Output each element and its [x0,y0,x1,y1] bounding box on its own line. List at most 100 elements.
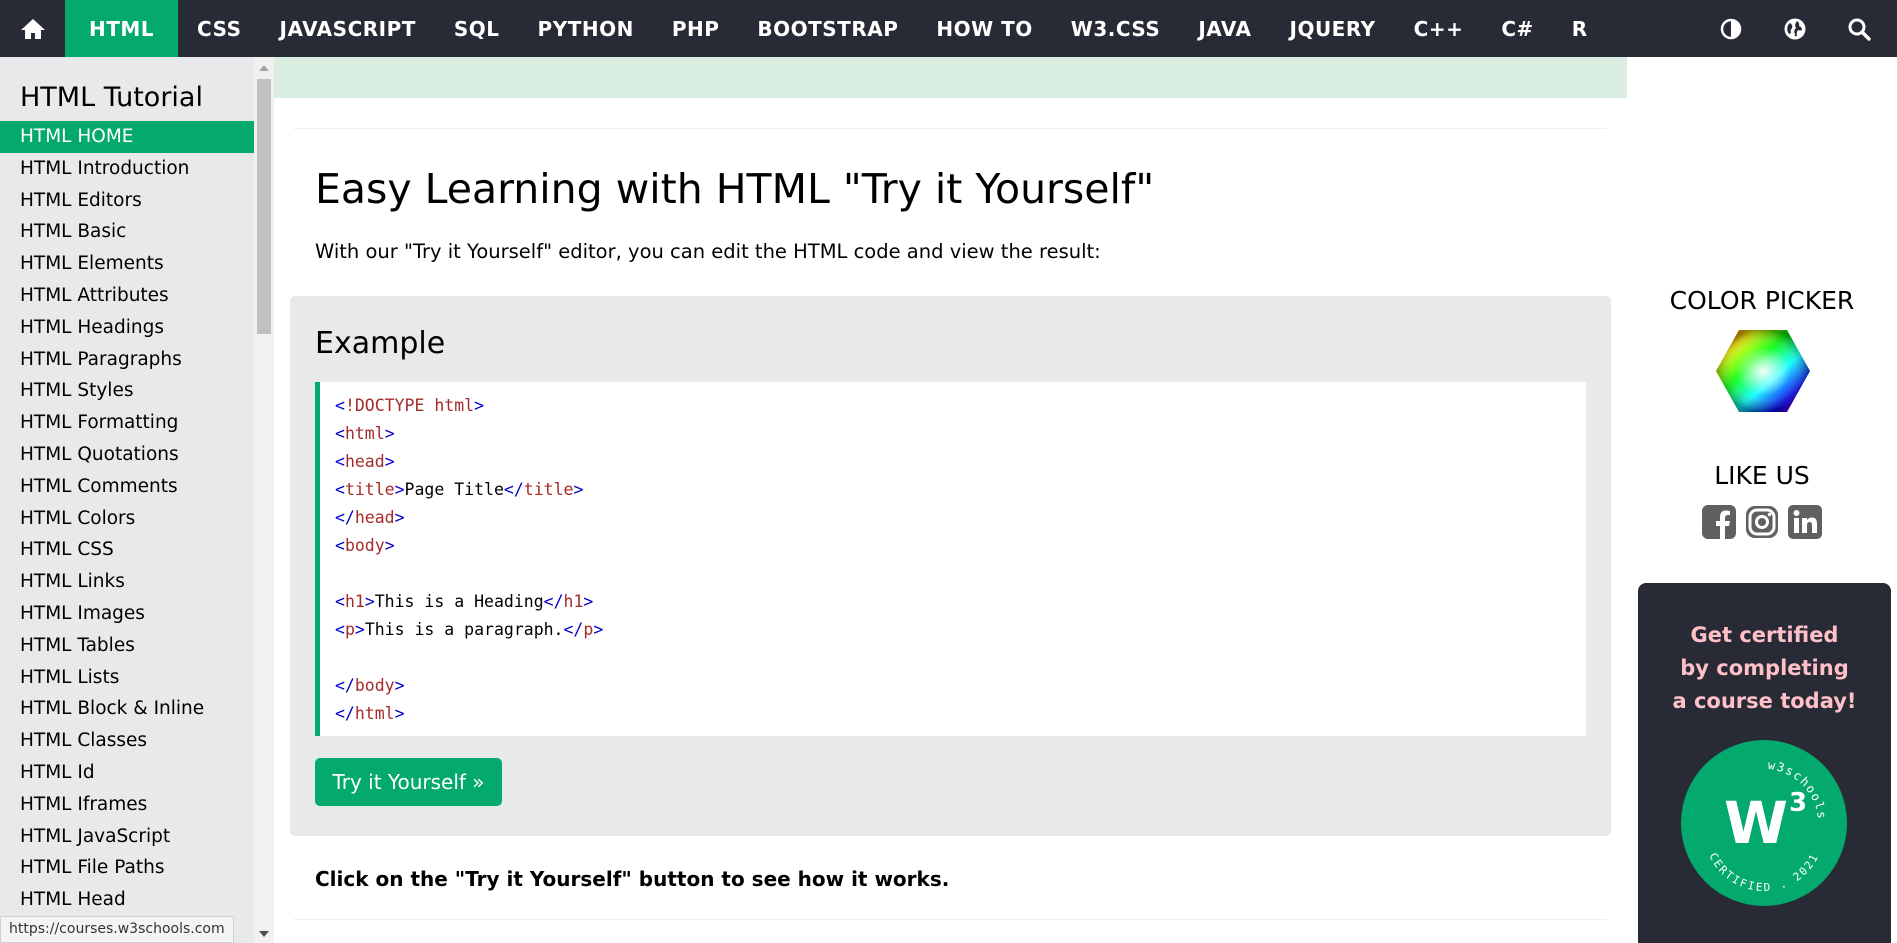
status-bar-url: https://courses.w3schools.com [0,916,234,943]
code-token: > [583,592,594,611]
page-heading: Easy Learning with HTML "Try it Yourself… [315,165,1155,213]
code-token: < [335,396,345,415]
nav-item-php[interactable]: PHP [653,0,739,57]
scroll-down-arrow-icon[interactable] [259,931,269,937]
search-button[interactable] [1827,0,1891,57]
sidebar-item-html-editors[interactable]: HTML Editors [0,185,254,217]
scrollbar-thumb[interactable] [257,79,271,334]
sidebar-item-html-quotations[interactable]: HTML Quotations [0,439,254,471]
sidebar-item-html-lists[interactable]: HTML Lists [0,662,254,694]
scroll-up-arrow-icon[interactable] [259,65,269,71]
example-title: Example [315,326,446,361]
code-token: > [384,424,395,443]
nav-item-bootstrap[interactable]: BOOTSTRAP [738,0,917,57]
sidebar-item-html-attributes[interactable]: HTML Attributes [0,280,254,312]
try-it-yourself-button[interactable]: Try it Yourself » [315,758,502,806]
sidebar-item-html-headings[interactable]: HTML Headings [0,312,254,344]
sidebar-scrollbar[interactable] [254,57,274,943]
sidebar-item-html-file-paths[interactable]: HTML File Paths [0,852,254,884]
code-line: <html> [335,420,1586,448]
code-token: html [354,704,395,723]
cert-text: Get certified by completing a course tod… [1638,619,1891,718]
nav-right-icons [1699,0,1897,57]
sidebar-item-html-comments[interactable]: HTML Comments [0,471,254,503]
nav-item-html[interactable]: HTML [65,0,179,57]
sidebar-item-html-elements[interactable]: HTML Elements [0,248,254,280]
nav-item-w3-css[interactable]: W3.CSS [1052,0,1180,57]
instagram-icon[interactable] [1745,505,1779,539]
code-token: Page Title [404,480,504,499]
code-token: < [335,620,345,639]
nav-item-sql[interactable]: SQL [435,0,519,57]
code-token: </ [335,704,355,723]
contrast-button[interactable] [1699,0,1763,57]
cert-line: Get certified [1690,623,1839,647]
nav-items: HTML CSS JAVASCRIPT SQL PYTHON PHP BOOTSTRAP HO… [65,0,1607,57]
sidebar-item-html-colors[interactable]: HTML Colors [0,503,254,535]
facebook-icon[interactable] [1702,505,1736,539]
sidebar-item-html-paragraphs[interactable]: HTML Paragraphs [0,344,254,376]
language-button[interactable] [1763,0,1827,57]
code-token: </ [543,592,564,611]
code-token: head [344,452,385,471]
sidebar-item-html-iframes[interactable]: HTML Iframes [0,789,254,821]
code-token: h1 [563,592,584,611]
code-token: > [394,704,405,723]
linkedin-icon[interactable] [1788,505,1822,539]
code-token: h1 [344,592,365,611]
code-token: > [384,452,395,471]
code-token: </ [335,676,355,695]
code-token: !DOCTYPE [344,396,435,415]
divider [294,919,1607,920]
sidebar-item-html-block-inline[interactable]: HTML Block & Inline [0,693,254,725]
code-token: html [434,396,475,415]
code-token: > [394,676,405,695]
nav-item-jquery[interactable]: JQUERY [1271,0,1395,57]
nav-item-c-[interactable]: C# [1482,0,1552,57]
sidebar-item-html-css[interactable]: HTML CSS [0,534,254,566]
sidebar-item-html-tables[interactable]: HTML Tables [0,630,254,662]
sidebar-items: HTML HOME HTML Introduction HTML Editors HT… [0,121,254,916]
sidebar-item-html-basic[interactable]: HTML Basic [0,216,254,248]
nav-item-how-to[interactable]: HOW TO [917,0,1051,57]
code-line: </html> [335,700,1586,728]
color-picker-title: COLOR PICKER [1669,286,1855,315]
code-token: < [335,452,345,471]
w3schools-certified-badge-icon: w3schools CERTIFIED . 2021 W 3 [1681,740,1847,906]
sidebar-item-html-id[interactable]: HTML Id [0,757,254,789]
home-button[interactable] [0,0,65,57]
nav-item-javascript[interactable]: JAVASCRIPT [261,0,435,57]
contrast-icon [1720,18,1742,39]
code-token: > [394,508,405,527]
sidebar-item-html-images[interactable]: HTML Images [0,598,254,630]
nav-item-python[interactable]: PYTHON [519,0,653,57]
example-box: Example <!DOCTYPE html> <html> <head> <titl… [290,296,1611,836]
code-token: </ [335,508,355,527]
code-token: < [335,424,345,443]
sidebar-item-html-home[interactable]: HTML HOME [0,121,254,153]
sidebar-item-html-links[interactable]: HTML Links [0,566,254,598]
code-token: > [364,592,375,611]
sidebar-item-html-javascript[interactable]: HTML JavaScript [0,821,254,853]
code-token: </ [503,480,524,499]
nav-item-r[interactable]: R [1553,0,1607,57]
sidebar-title: HTML Tutorial [20,82,203,113]
sidebar: HTML Tutorial HTML HOME HTML Introduction… [0,57,254,943]
certification-promo[interactable]: Get certified by completing a course tod… [1638,583,1891,943]
sidebar-item-html-introduction[interactable]: HTML Introduction [0,153,254,185]
code-line: <head> [335,448,1586,476]
color-picker-icon[interactable] [1715,328,1811,414]
nav-item-css[interactable]: CSS [178,0,260,57]
code-token: p [344,620,355,639]
sidebar-item-html-classes[interactable]: HTML Classes [0,725,254,757]
code-token: This is a paragraph. [364,620,564,639]
sidebar-item-html-formatting[interactable]: HTML Formatting [0,407,254,439]
nav-item-c-[interactable]: C++ [1395,0,1483,57]
click-instruction: Click on the "Try it Yourself" button to… [315,867,950,891]
svg-text:W: W [1724,789,1788,857]
nav-item-java[interactable]: JAVA [1179,0,1270,57]
sidebar-item-html-styles[interactable]: HTML Styles [0,375,254,407]
globe-icon [1784,18,1806,39]
sidebar-item-html-head[interactable]: HTML Head [0,884,254,916]
